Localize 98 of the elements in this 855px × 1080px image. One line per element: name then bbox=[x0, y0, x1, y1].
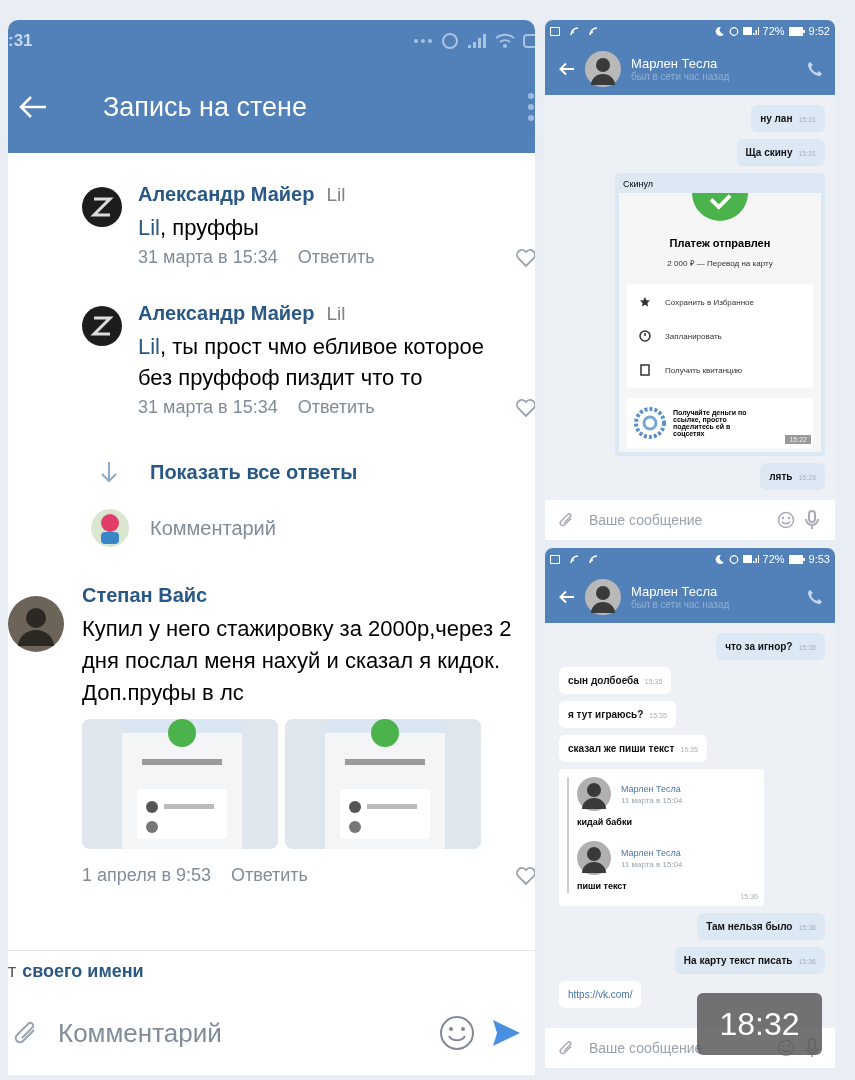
message-text: На карту текст писать bbox=[683, 955, 793, 966]
attach-icon[interactable] bbox=[559, 511, 575, 529]
identity-link[interactable]: своего имени bbox=[22, 960, 144, 982]
show-all-replies-link[interactable]: Показать все ответы bbox=[150, 460, 358, 484]
star-icon bbox=[639, 296, 651, 308]
cast-icon bbox=[570, 26, 579, 36]
mention-link[interactable]: Lil bbox=[138, 215, 160, 240]
action-link[interactable]: Запланировать bbox=[665, 331, 722, 341]
phone-icon[interactable] bbox=[807, 60, 823, 77]
moon-icon bbox=[714, 26, 725, 36]
battery-percent: 72% bbox=[762, 553, 785, 565]
avatar bbox=[90, 508, 130, 548]
receipt-icon bbox=[639, 364, 651, 376]
comment-input[interactable]: Комментарий bbox=[56, 1016, 423, 1050]
alarm-icon bbox=[441, 32, 459, 50]
avatar bbox=[585, 50, 621, 87]
contact-name[interactable]: Марлен Тесла bbox=[631, 583, 797, 599]
message-text: лять bbox=[769, 471, 793, 482]
message-text: что за игнор? bbox=[725, 641, 793, 652]
avatar bbox=[82, 306, 122, 346]
heart-icon[interactable] bbox=[515, 397, 535, 418]
sender-name[interactable]: Марлен Тесла bbox=[621, 783, 683, 794]
attach-icon[interactable] bbox=[559, 1039, 575, 1057]
reply-text: Lil, пруффы bbox=[138, 214, 260, 242]
comment-text: Доп.пруфы в лс bbox=[82, 679, 245, 707]
message-link[interactable]: https://vk.com/ bbox=[568, 989, 633, 1000]
send-icon[interactable] bbox=[491, 1018, 521, 1048]
more-icon bbox=[413, 38, 433, 44]
message-text: Ща скину bbox=[745, 147, 793, 158]
signal-icon bbox=[742, 554, 759, 564]
action-link[interactable]: Получить квитанцию bbox=[665, 365, 743, 375]
contact-name[interactable]: Марлен Тесла bbox=[631, 55, 797, 71]
comment-date: 31 марта в 15:34 bbox=[138, 397, 278, 418]
avatar bbox=[8, 596, 64, 652]
action-link[interactable]: Сохранить в Избранное bbox=[665, 297, 754, 307]
avatar bbox=[585, 578, 621, 615]
battery-icon bbox=[523, 34, 535, 48]
back-icon[interactable] bbox=[18, 95, 48, 119]
message-text: кидай бабки bbox=[577, 817, 632, 827]
avatar bbox=[577, 777, 611, 811]
message-date: 11 марта в 15:04 bbox=[621, 795, 683, 805]
status-time: 9:53 bbox=[808, 553, 830, 565]
addressee-name: Lil bbox=[326, 184, 346, 206]
avatar bbox=[577, 841, 611, 875]
emoji-icon[interactable] bbox=[777, 511, 795, 529]
alarm-icon bbox=[728, 26, 739, 36]
battery-icon bbox=[788, 554, 805, 564]
status-time: :31 bbox=[8, 31, 33, 51]
cast-icon bbox=[589, 26, 598, 36]
author-name[interactable]: Александр Майер bbox=[138, 183, 315, 206]
payment-title: Платеж отправлен bbox=[669, 237, 771, 249]
message-text: сказал же пиши текст bbox=[568, 743, 675, 754]
message-text: ну лан bbox=[760, 113, 793, 124]
menu-icon[interactable] bbox=[527, 92, 535, 122]
message-text: сын долбоеба bbox=[568, 675, 639, 686]
cast-icon bbox=[570, 554, 579, 564]
sender-name[interactable]: Марлен Тесла bbox=[621, 847, 683, 858]
comment-date: 31 марта в 15:34 bbox=[138, 247, 278, 268]
down-arrow-icon bbox=[100, 461, 118, 483]
reply-link[interactable]: Ответить bbox=[297, 397, 375, 418]
battery-icon bbox=[788, 26, 805, 36]
wifi-icon bbox=[495, 33, 515, 49]
clock-icon bbox=[639, 330, 651, 342]
message-text: я тут играюсь? bbox=[568, 709, 644, 720]
identity-label: т bbox=[8, 960, 17, 982]
heart-icon[interactable] bbox=[515, 865, 535, 886]
addressee-name: Lil bbox=[326, 303, 346, 325]
message-text: Там нельзя было bbox=[706, 921, 793, 932]
screen-title: Запись на стене bbox=[103, 91, 309, 123]
emoji-icon[interactable] bbox=[439, 1015, 475, 1051]
avatar bbox=[82, 187, 122, 227]
author-name[interactable]: Степан Вайс bbox=[82, 584, 535, 607]
author-name[interactable]: Александр Майер bbox=[138, 302, 315, 325]
heart-icon[interactable] bbox=[515, 247, 535, 268]
battery-percent: 72% bbox=[762, 25, 785, 37]
image-icon bbox=[550, 554, 560, 564]
signal-icon bbox=[467, 34, 487, 48]
image-icon bbox=[550, 26, 560, 36]
moon-icon bbox=[714, 554, 725, 564]
back-icon[interactable] bbox=[559, 589, 575, 604]
message-input[interactable]: Ваше сообщение bbox=[545, 500, 835, 540]
microphone-icon[interactable] bbox=[805, 510, 819, 530]
cast-icon bbox=[589, 554, 598, 564]
message-date: 11 марта в 15:04 bbox=[621, 859, 683, 869]
mention-link[interactable]: Lil bbox=[138, 334, 160, 359]
reply-link[interactable]: Ответить bbox=[297, 247, 375, 268]
back-icon[interactable] bbox=[559, 61, 575, 76]
comment-date: 1 апреля в 9:53 bbox=[82, 865, 212, 886]
reply-text: Lil, ты прост чмо ебливое которое без пруффоф пиздит что то bbox=[138, 333, 485, 392]
phone-icon[interactable] bbox=[807, 588, 823, 605]
spiral-icon bbox=[633, 406, 667, 440]
alarm-icon bbox=[728, 554, 739, 564]
payment-subtitle: 2 000 ₽ — Перевод на карту bbox=[667, 258, 773, 268]
message-text: Скинул bbox=[622, 178, 654, 191]
status-time: 9:52 bbox=[808, 25, 830, 37]
comment-text: Купил у него стажировку за 2000р,через 2 дня послал меня нахуй и сказал я кидок. bbox=[82, 615, 513, 675]
message-text: пиши текст bbox=[577, 881, 627, 891]
signal-icon bbox=[742, 26, 759, 36]
